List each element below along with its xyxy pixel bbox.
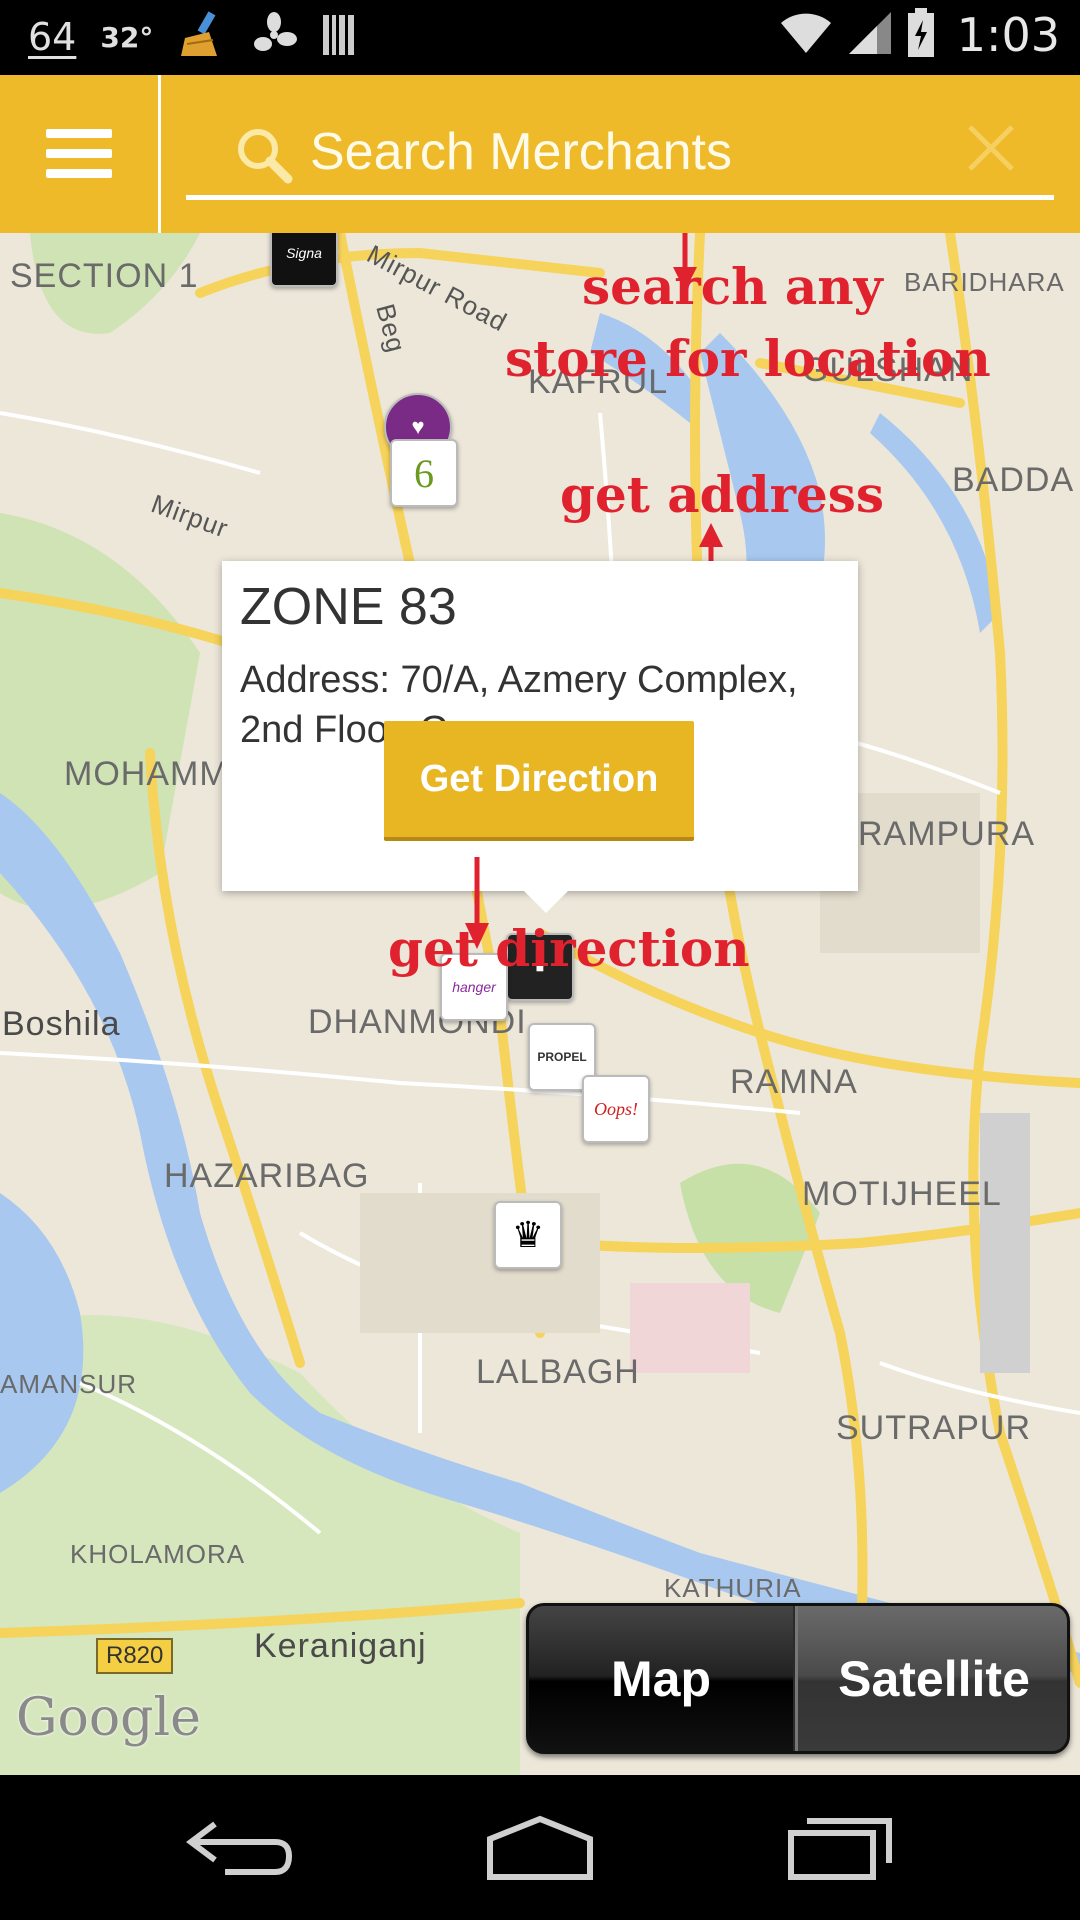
map-view[interactable]: SECTION 1 Mirpur Road BARIDHARA GULSHAN … (0, 233, 1080, 1775)
label-hazaribag: HAZARIBAG (164, 1157, 370, 1195)
map-type-satellite-button[interactable]: Satellite (795, 1606, 1067, 1751)
battery-charging-icon (907, 8, 935, 62)
label-amansur: AMANSUR (0, 1369, 138, 1399)
label-kholamora: KHOLAMORA (70, 1539, 246, 1569)
signature-pin[interactable]: Signa (270, 233, 338, 287)
label-boshila: Boshila (2, 1005, 121, 1043)
label-badda: BADDA (952, 461, 1075, 499)
close-icon[interactable] (964, 121, 1018, 179)
merchant-info-window[interactable]: ZONE 83 Address: 70/A, Azmery Complex, 2… (222, 561, 858, 913)
notification-count: 64 (28, 15, 77, 59)
oops-pin[interactable]: Oops! (582, 1075, 650, 1143)
clean-master-broom-icon (177, 10, 227, 64)
label-kathuria: KATHURIA (664, 1573, 802, 1603)
home-button[interactable] (440, 1775, 640, 1920)
info-window-pointer (524, 891, 568, 913)
road-badge-r820: R820 (96, 1638, 174, 1674)
label-baridhara: BARIDHARA (904, 267, 1065, 297)
annotation-search-line-2: store for location (505, 329, 991, 388)
clock: 1:03 (956, 8, 1060, 62)
merchant-name: ZONE 83 (240, 578, 457, 636)
home-icon (487, 1815, 593, 1880)
navigation-bar (0, 1775, 1080, 1920)
gentleman-pin[interactable]: ♛ (494, 1201, 562, 1269)
barcode-icon (321, 13, 357, 61)
menu-button[interactable] (0, 75, 158, 233)
label-keraniganj: Keraniganj (254, 1627, 427, 1665)
back-button[interactable] (140, 1775, 340, 1920)
annotation-search-line-1: search any (582, 257, 883, 316)
label-motijheel: MOTIJHEEL (802, 1175, 1002, 1213)
search-input[interactable] (308, 119, 932, 185)
label-section-1: SECTION 1 (10, 257, 199, 295)
six-degrees-pin[interactable]: 6 (390, 439, 458, 507)
search-icon (234, 125, 294, 189)
status-bar: 64 32° 1:03 (0, 0, 1080, 75)
cell-signal-icon (847, 10, 893, 60)
wifi-icon (779, 11, 833, 59)
annotation-get-direction: get direction (388, 919, 750, 978)
app-bar (0, 75, 1080, 233)
map-type-toggle: Map Satellite (526, 1603, 1070, 1754)
map-type-map-button[interactable]: Map (529, 1606, 793, 1751)
hamburger-menu-icon (46, 129, 112, 179)
pinwheel-icon (251, 12, 298, 62)
annotation-get-address: get address (560, 465, 885, 524)
recent-apps-button[interactable] (740, 1775, 940, 1920)
recent-apps-icon (788, 1817, 892, 1880)
app-bar-divider (158, 75, 161, 233)
label-sutrapur: SUTRAPUR (836, 1409, 1032, 1447)
label-mohamm: MOHAMM (64, 755, 229, 793)
temperature: 32° (100, 20, 154, 54)
search-bar (186, 115, 1054, 200)
get-direction-button[interactable]: Get Direction (384, 721, 694, 841)
label-lalbagh: LALBAGH (476, 1353, 640, 1391)
back-icon (186, 1821, 293, 1875)
label-rampura: RAMPURA (858, 815, 1036, 853)
google-attribution: Google (16, 1688, 201, 1748)
label-ramna: RAMNA (730, 1063, 858, 1101)
